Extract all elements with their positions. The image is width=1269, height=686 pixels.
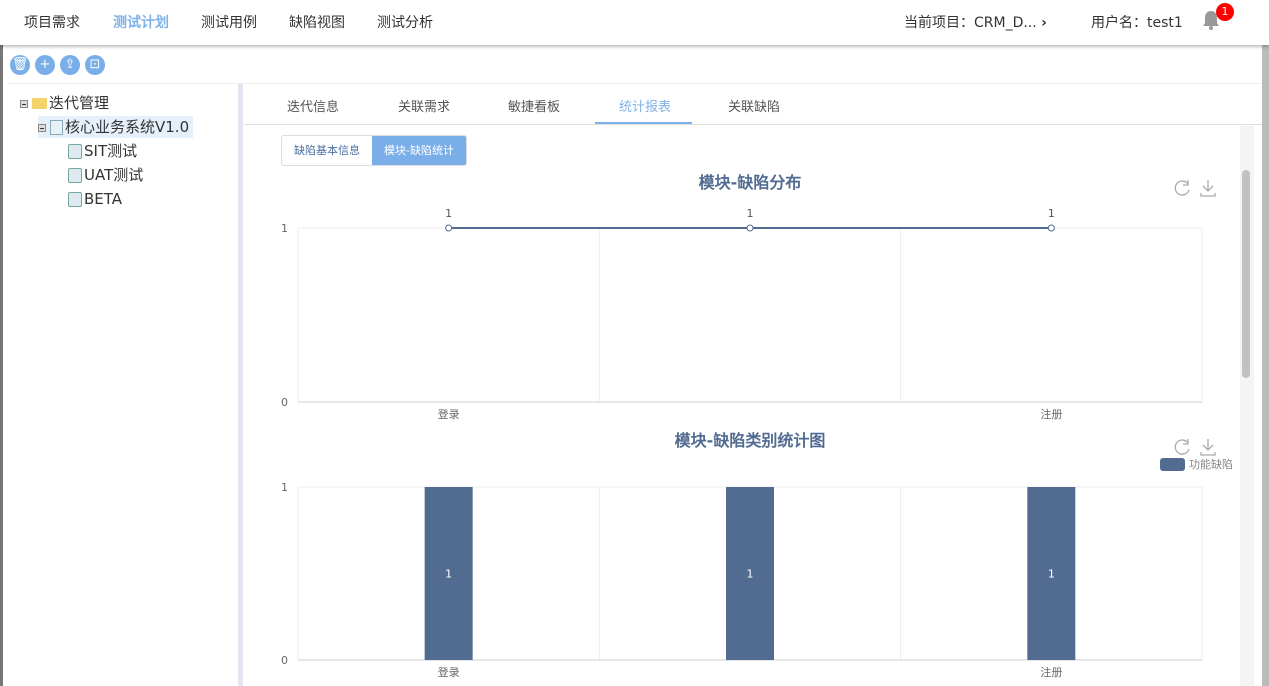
nav-test-plan[interactable]: 测试计划 bbox=[113, 12, 169, 32]
notification-badge: 1 bbox=[1216, 3, 1234, 21]
nav-test-analysis[interactable]: 测试分析 bbox=[377, 12, 433, 32]
chevron-right-icon: › bbox=[1041, 15, 1047, 31]
data-point bbox=[1047, 224, 1055, 232]
nav-test-cases[interactable]: 测试用例 bbox=[201, 12, 257, 32]
bar-label: 1 bbox=[747, 568, 754, 581]
nav-project-requirements[interactable]: 项目需求 bbox=[24, 12, 80, 32]
y-tick-label: 1 bbox=[281, 481, 288, 494]
chart-title: 模块-缺陷分布 bbox=[699, 173, 802, 192]
bar-label: 1 bbox=[445, 568, 452, 581]
data-point bbox=[445, 224, 453, 232]
y-tick-label: 1 bbox=[281, 222, 288, 235]
refresh-icon bbox=[1174, 180, 1190, 196]
current-project-selector[interactable]: 当前项目：CRM_D... › bbox=[904, 12, 1047, 32]
x-tick-label: 登录 bbox=[438, 407, 460, 421]
data-point bbox=[746, 224, 754, 232]
x-tick-label: 注册 bbox=[1040, 407, 1062, 421]
download-icon bbox=[1200, 439, 1216, 456]
data-label: 1 bbox=[747, 207, 754, 220]
bar-label: 1 bbox=[1048, 568, 1055, 581]
window-edge bbox=[1262, 45, 1269, 686]
current-project-label: 当前项目：CRM_D... bbox=[904, 15, 1037, 31]
x-tick-label: 登录 bbox=[438, 665, 460, 679]
top-nav: 项目需求 测试计划 测试用例 缺陷视图 测试分析 当前项目：CRM_D... ›… bbox=[0, 0, 1269, 45]
refresh-icon bbox=[1174, 439, 1190, 455]
username-label: 用户名：test1 bbox=[1091, 15, 1183, 31]
nav-defect-view[interactable]: 缺陷视图 bbox=[289, 12, 345, 32]
legend-label: 功能缺陷 bbox=[1189, 457, 1233, 471]
data-label: 1 bbox=[1048, 207, 1055, 220]
legend-swatch bbox=[1160, 458, 1185, 471]
x-tick-label: 注册 bbox=[1040, 665, 1062, 679]
y-tick-label: 0 bbox=[281, 396, 288, 409]
download-icon bbox=[1200, 180, 1216, 197]
data-label: 1 bbox=[445, 207, 452, 220]
charts: 模块-缺陷分布01登录 注册1 1 1模块-缺陷类别统计图01登录 注册1 1 1功能缺陷 bbox=[281, 173, 1233, 679]
y-tick-label: 0 bbox=[281, 654, 288, 667]
scrollbar-thumb[interactable] bbox=[1242, 170, 1250, 378]
chart-title: 模块-缺陷类别统计图 bbox=[675, 431, 826, 450]
